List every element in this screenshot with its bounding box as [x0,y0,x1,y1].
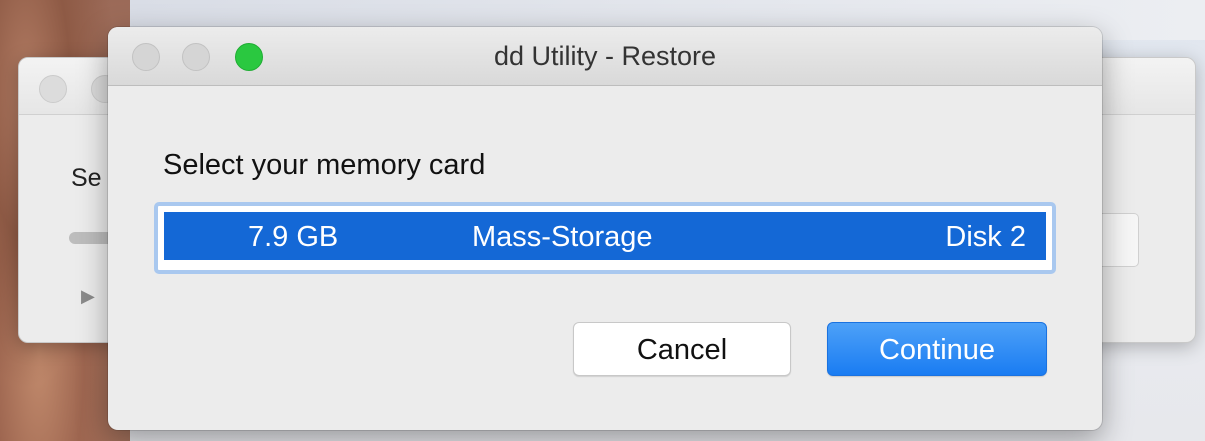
disclosure-triangle-icon[interactable]: ▶ [81,286,95,307]
window-title: dd Utility - Restore [493,41,717,71]
dialog-titlebar: dd Utility - Restore [108,27,1102,86]
card-disk: Disk 2 [945,221,1026,253]
card-size: 7.9 GB [248,221,339,253]
cancel-button[interactable]: Cancel [573,322,791,376]
select-card-label: Select your memory card [163,149,486,181]
background-close-button[interactable] [39,75,67,103]
memory-card-list-body: 7.9 GB Mass-Storage Disk 2 [164,212,1046,264]
continue-button[interactable]: Continue [827,322,1047,376]
memory-card-list[interactable]: 7.9 GB Mass-Storage Disk 2 [154,202,1056,274]
restore-dialog: dd Utility - Restore Select your memory … [108,27,1102,430]
background-window-label: Se [71,164,102,192]
memory-card-row-selected[interactable]: 7.9 GB Mass-Storage Disk 2 [164,212,1046,260]
card-type: Mass-Storage [472,221,653,253]
